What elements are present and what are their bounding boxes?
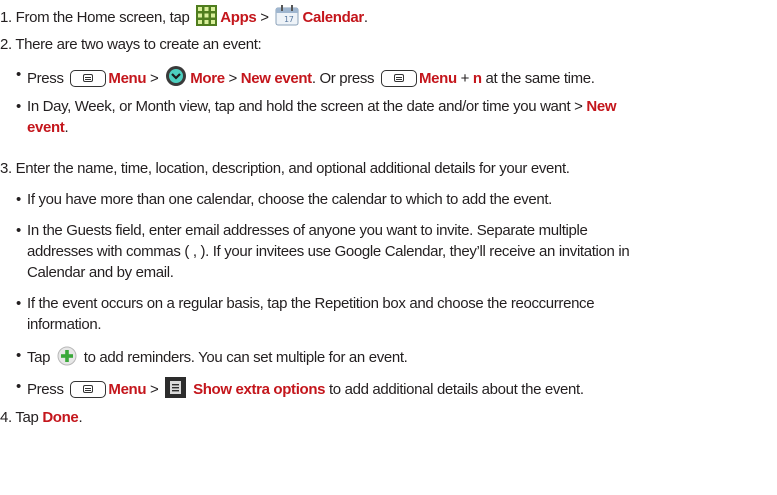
bullet-extra-options: Press Menu > Show extra options to add a… — [27, 377, 584, 404]
step-3: 3. Enter the name, time, location, descr… — [0, 160, 570, 177]
calendar-icon: 17 — [275, 4, 299, 32]
or-press-text: . Or press — [311, 70, 375, 87]
period: . — [64, 119, 69, 136]
new-event-label: New event — [240, 70, 312, 87]
bullet-dot: • — [16, 378, 22, 395]
hold-text: In Day, Week, or Month view, tap and hol… — [27, 98, 583, 115]
bullet-dot: • — [16, 191, 22, 208]
apps-grid-icon — [196, 5, 218, 32]
menu-label: Menu — [108, 70, 147, 87]
separator: > — [150, 381, 159, 398]
bullet-repetition-line2: information. — [27, 316, 102, 333]
n-key-label: n — [472, 70, 482, 87]
bullet-create-via-hold-cont: event. — [27, 118, 69, 138]
separator: > — [260, 9, 269, 26]
event-label: event — [27, 119, 65, 136]
bullet-dot: • — [16, 66, 22, 83]
bullet-dot: • — [16, 98, 22, 115]
bullet-dot: • — [16, 347, 22, 364]
more-label: More — [190, 70, 225, 87]
svg-text:17: 17 — [284, 15, 294, 24]
bullet-dot: • — [16, 222, 22, 239]
bullet-guests-line1: In the Guests field, enter email address… — [27, 222, 588, 239]
done-label: Done — [42, 409, 79, 426]
bullet-create-via-menu: Press Menu > More > New event. Or press … — [27, 65, 595, 93]
bullet-choose-calendar: If you have more than one calendar, choo… — [27, 191, 553, 208]
press-text: Press — [27, 70, 64, 87]
menu-label: Menu — [419, 70, 457, 87]
bullet-guests-line3: Calendar and by email. — [27, 264, 174, 281]
extra-options-text: to add additional details about the even… — [328, 381, 584, 398]
step-1: 1. From the Home screen, tap Apps > 17 C… — [0, 4, 368, 32]
calendar-label: Calendar — [302, 9, 364, 26]
bullet-create-via-hold: In Day, Week, or Month view, tap and hol… — [27, 97, 617, 117]
apps-label: Apps — [220, 9, 257, 26]
plus-text: + — [460, 70, 470, 87]
menu-key-icon — [70, 70, 107, 87]
menu-key-icon — [70, 381, 107, 398]
period: . — [78, 409, 83, 426]
tap-text: Tap — [27, 349, 51, 366]
add-plus-icon — [57, 346, 77, 372]
step-1-prefix: 1. From the Home screen, tap — [0, 9, 190, 26]
bullet-guests-line2: addresses with commas ( , ). If your inv… — [27, 243, 630, 260]
bullet-dot: • — [16, 295, 22, 312]
menu-key-icon — [381, 70, 418, 87]
separator: > — [150, 70, 159, 87]
reminders-text: to add reminders. You can set multiple f… — [83, 349, 408, 366]
more-icon — [165, 65, 187, 93]
step-4: 4. Tap Done. — [0, 408, 83, 428]
same-time-text: at the same time. — [485, 70, 595, 87]
press-text: Press — [27, 381, 64, 398]
menu-label: Menu — [108, 381, 147, 398]
bullet-repetition-line1: If the event occurs on a regular basis, … — [27, 295, 595, 312]
separator: > — [228, 70, 238, 87]
show-extra-options-label: Show extra options — [193, 381, 326, 398]
step-2: 2. There are two ways to create an event… — [0, 36, 262, 53]
period: . — [363, 9, 368, 26]
new-label: New — [586, 98, 617, 115]
bullet-reminders: Tap to add reminders. You can set multip… — [27, 346, 408, 372]
tap-text: 4. Tap — [0, 409, 39, 426]
extra-options-icon — [165, 377, 187, 404]
